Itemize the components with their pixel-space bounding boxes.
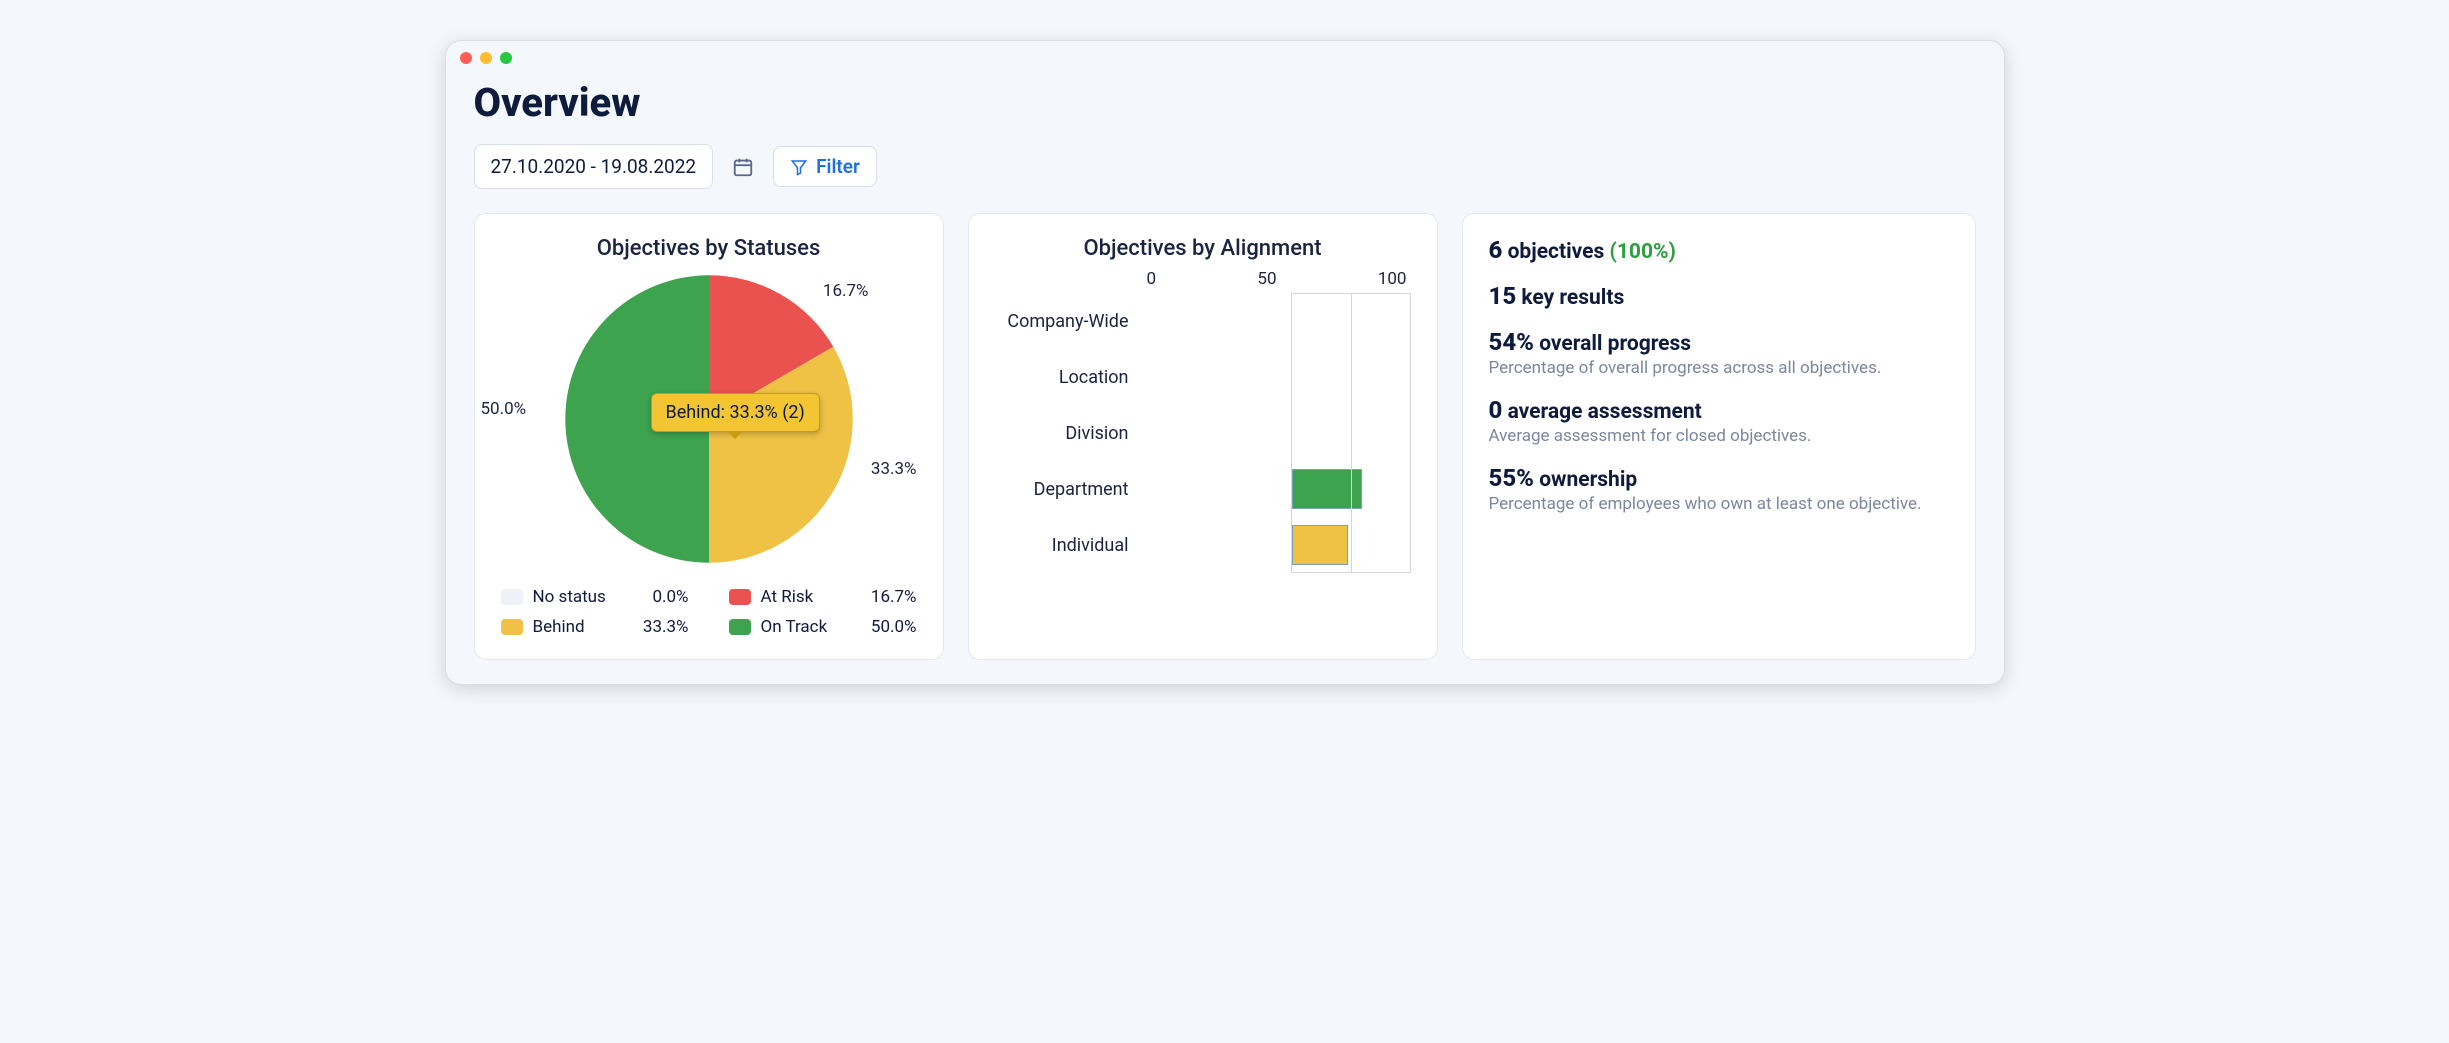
pie-legend: No status 0.0% At Risk 16.7% Behind 33.3… xyxy=(501,587,917,637)
bar-row-company-wide: Company-Wide xyxy=(995,293,1411,349)
stat-label: ownership xyxy=(1539,468,1637,492)
stat-sub: Percentage of employees who own at least… xyxy=(1489,494,1949,514)
legend-pct: 16.7% xyxy=(871,587,917,607)
stat-average-assessment: 0 average assessment Average assessment … xyxy=(1489,396,1949,446)
minimize-window-icon[interactable] xyxy=(480,52,492,64)
bar-tick: 50 xyxy=(1257,269,1276,289)
legend-label: At Risk xyxy=(761,587,814,607)
bar-cell xyxy=(1291,405,1411,461)
bar-category: Company-Wide xyxy=(995,311,1143,332)
legend-pct: 33.3% xyxy=(643,617,689,637)
bar-fill[interactable] xyxy=(1292,469,1363,509)
swatch-icon xyxy=(501,589,523,605)
pie-title: Objectives by Statuses xyxy=(501,236,917,261)
pie-chart: 16.7% 33.3% 50.0% Behind: 33.3% (2) xyxy=(501,269,917,569)
bar-category: Department xyxy=(995,479,1143,500)
legend-pct: 50.0% xyxy=(871,617,917,637)
bar-axis: 0 50 100 xyxy=(1143,269,1411,293)
stat-key-results: 15 key results xyxy=(1489,282,1949,310)
bar-tick: 0 xyxy=(1147,269,1157,289)
page-title: Overview xyxy=(474,79,1976,126)
stat-value: 15 xyxy=(1489,282,1517,310)
stat-label: key results xyxy=(1521,286,1624,310)
bar-category: Individual xyxy=(995,535,1143,556)
stat-pct: (100%) xyxy=(1610,240,1676,264)
bar-row-location: Location xyxy=(995,349,1411,405)
pie-label-at-risk: 16.7% xyxy=(823,281,869,301)
app-window: Overview 27.10.2020 - 19.08.2022 Filter … xyxy=(445,40,2005,685)
pie-tooltip: Behind: 33.3% (2) xyxy=(651,393,820,432)
summary-stats-card: 6 objectives (100%) 15 key results 54% o… xyxy=(1462,213,1976,660)
swatch-icon xyxy=(729,589,751,605)
swatch-icon xyxy=(501,619,523,635)
legend-pct: 0.0% xyxy=(652,587,688,607)
stat-label: objectives xyxy=(1508,240,1605,264)
filter-button[interactable]: Filter xyxy=(773,146,877,187)
legend-item-behind[interactable]: Behind 33.3% xyxy=(501,617,689,637)
bar-cell xyxy=(1291,349,1411,405)
bar-row-department: Department xyxy=(995,461,1411,517)
date-range-picker[interactable]: 27.10.2020 - 19.08.2022 xyxy=(474,144,714,189)
bar-category: Location xyxy=(995,367,1143,388)
bar-rows: Company-Wide Location Divi xyxy=(995,293,1411,573)
stat-overall-progress: 54% overall progress Percentage of overa… xyxy=(1489,328,1949,378)
legend-item-on-track[interactable]: On Track 50.0% xyxy=(729,617,917,637)
legend-label: On Track xyxy=(761,617,828,637)
swatch-icon xyxy=(729,619,751,635)
pie-label-on-track: 50.0% xyxy=(481,399,527,419)
bar-row-individual: Individual xyxy=(995,517,1411,573)
objectives-by-status-card: Objectives by Statuses 16.7% 33.3% 50.0%… xyxy=(474,213,944,660)
maximize-window-icon[interactable] xyxy=(500,52,512,64)
stat-label: overall progress xyxy=(1539,332,1691,356)
legend-item-no-status[interactable]: No status 0.0% xyxy=(501,587,689,607)
stat-label: average assessment xyxy=(1508,400,1702,424)
pie-label-behind: 33.3% xyxy=(871,459,917,479)
filter-label: Filter xyxy=(816,155,860,178)
controls-bar: 27.10.2020 - 19.08.2022 Filter xyxy=(474,144,1976,189)
stat-value: 54% xyxy=(1489,328,1534,356)
bar-fill[interactable] xyxy=(1292,525,1349,565)
stat-ownership: 55% ownership Percentage of employees wh… xyxy=(1489,464,1949,514)
legend-item-at-risk[interactable]: At Risk 16.7% xyxy=(729,587,917,607)
bar-chart: 0 50 100 Company-Wide Location xyxy=(995,269,1411,573)
stat-value: 0 xyxy=(1489,396,1503,424)
legend-label: Behind xyxy=(533,617,585,637)
window-titlebar xyxy=(446,41,2004,75)
legend-label: No status xyxy=(533,587,606,607)
bar-category: Division xyxy=(995,423,1143,444)
stat-sub: Average assessment for closed objectives… xyxy=(1489,426,1949,446)
bar-cell xyxy=(1291,517,1411,573)
bar-cell xyxy=(1291,461,1411,517)
stat-value: 55% xyxy=(1489,464,1534,492)
objectives-by-alignment-card: Objectives by Alignment 0 50 100 Company… xyxy=(968,213,1438,660)
calendar-button[interactable] xyxy=(725,149,761,185)
stat-objectives: 6 objectives (100%) xyxy=(1489,236,1949,264)
bar-title: Objectives by Alignment xyxy=(995,236,1411,261)
stat-value: 6 xyxy=(1489,236,1503,264)
filter-icon xyxy=(790,158,808,176)
calendar-icon xyxy=(732,156,754,178)
bar-cell xyxy=(1291,293,1411,349)
bar-row-division: Division xyxy=(995,405,1411,461)
close-window-icon[interactable] xyxy=(460,52,472,64)
bar-tick: 100 xyxy=(1378,269,1407,289)
stat-sub: Percentage of overall progress across al… xyxy=(1489,358,1949,378)
